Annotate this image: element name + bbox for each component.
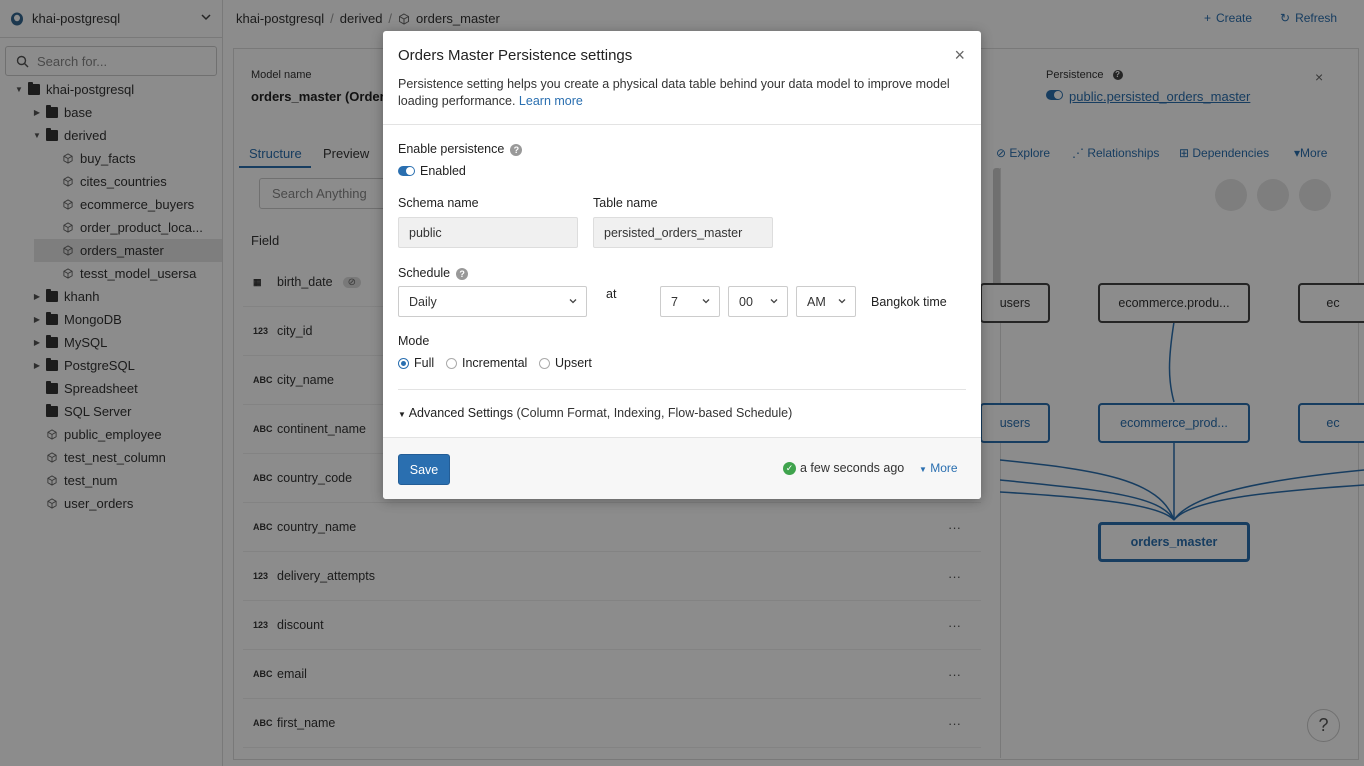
schedule-value: Daily <box>409 294 437 309</box>
timezone-label: Bangkok time <box>871 295 947 309</box>
enable-persistence-toggle[interactable] <box>398 166 415 176</box>
chevron-down-icon <box>838 299 846 304</box>
enable-label-text: Enable persistence <box>398 142 505 156</box>
radio-checked-icon <box>398 358 409 370</box>
learn-more-link[interactable]: Learn more <box>519 94 583 108</box>
minute-value: 00 <box>739 294 753 309</box>
close-icon[interactable]: × <box>954 45 965 66</box>
radio-icon <box>539 358 550 370</box>
caret-down-icon: ▼ <box>919 465 927 474</box>
mode-upsert-radio[interactable]: Upsert <box>539 356 592 370</box>
more-label: More <box>930 461 958 475</box>
table-name-field[interactable]: persisted_orders_master <box>593 217 773 248</box>
caret-down-icon: ▼ <box>398 410 406 419</box>
advanced-settings-toggle[interactable]: ▼ Advanced Settings (Column Format, Inde… <box>398 406 792 420</box>
save-status: ✓ a few seconds ago <box>783 461 904 475</box>
advanced-label: Advanced Settings <box>408 406 513 420</box>
radio-icon <box>446 358 457 370</box>
divider <box>383 124 981 125</box>
status-text: a few seconds ago <box>800 461 905 475</box>
at-label: at <box>606 287 617 301</box>
save-button[interactable]: Save <box>398 454 450 485</box>
enabled-text: Enabled <box>420 164 466 178</box>
check-circle-icon: ✓ <box>783 461 796 475</box>
hour-select[interactable]: 7 <box>660 286 720 317</box>
table-name-label: Table name <box>593 196 658 210</box>
chevron-down-icon <box>702 299 710 304</box>
schedule-label: Schedule? <box>398 266 469 280</box>
schema-name-field[interactable]: public <box>398 217 578 248</box>
mode-full-radio[interactable]: Full <box>398 356 434 370</box>
radio-label: Upsert <box>555 356 592 370</box>
chevron-down-icon <box>569 299 577 304</box>
advanced-hint: (Column Format, Indexing, Flow-based Sch… <box>516 406 793 420</box>
mode-label: Mode <box>398 334 430 348</box>
divider <box>398 389 966 390</box>
modal-description: Persistence setting helps you create a p… <box>398 76 958 110</box>
help-icon[interactable]: ? <box>510 143 523 156</box>
minute-select[interactable]: 00 <box>728 286 788 317</box>
modal-footer: Save ✓ a few seconds ago ▼ More <box>383 437 981 499</box>
mode-incremental-radio[interactable]: Incremental <box>446 356 527 370</box>
radio-label: Full <box>414 356 435 370</box>
radio-label: Incremental <box>462 356 528 370</box>
schedule-label-text: Schedule <box>398 266 451 280</box>
hour-value: 7 <box>671 294 678 309</box>
enable-persistence-label: Enable persistence? <box>398 142 523 156</box>
modal-title: Orders Master Persistence settings <box>398 47 633 64</box>
description-text: Persistence setting helps you create a p… <box>398 77 950 108</box>
schedule-select[interactable]: Daily <box>398 286 587 317</box>
chevron-down-icon <box>770 299 778 304</box>
help-icon[interactable]: ? <box>456 267 469 280</box>
persistence-settings-modal: Orders Master Persistence settings × Per… <box>383 31 981 499</box>
schema-name-label: Schema name <box>398 196 479 210</box>
ampm-select[interactable]: AM <box>796 286 856 317</box>
ampm-value: AM <box>807 294 826 309</box>
more-button[interactable]: ▼ More <box>919 461 958 475</box>
